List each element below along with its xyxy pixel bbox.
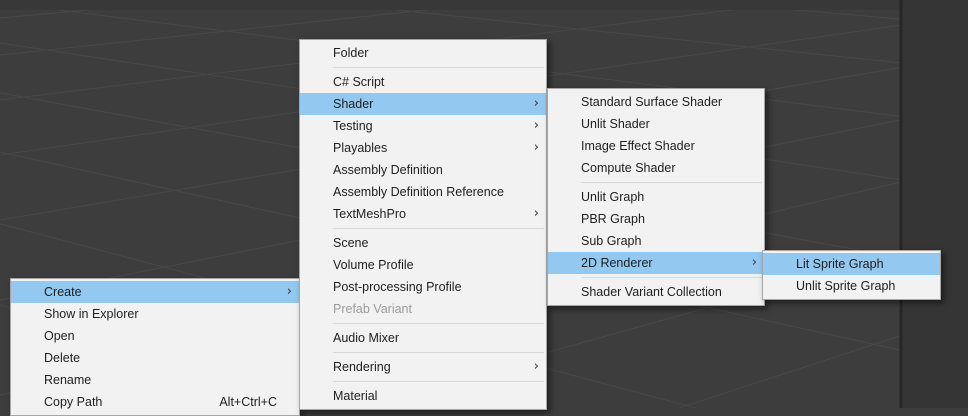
menu-item-unlit-sprite-graph[interactable]: Unlit Sprite Graph — [763, 275, 940, 297]
menu-item-label: Shader Variant Collection — [581, 285, 722, 299]
menu-item-label: Sub Graph — [581, 234, 641, 248]
menu-item-label: Material — [333, 389, 377, 403]
menu-item-folder[interactable]: Folder — [300, 42, 546, 64]
menu-item-label: Compute Shader — [581, 161, 676, 175]
menu-item-show-in-explorer[interactable]: Show in Explorer — [11, 303, 299, 325]
create-submenu: Folder C# Script Shader › Testing › Playables ›… — [299, 39, 547, 410]
submenu-arrow-icon: › — [534, 115, 539, 137]
menu-item-label: Rename — [44, 373, 91, 387]
menu-item-volume-profile[interactable]: Volume Profile — [300, 254, 546, 276]
submenu-arrow-icon: › — [287, 281, 292, 303]
submenu-arrow-icon: › — [534, 137, 539, 159]
menu-item-sub-graph[interactable]: Sub Graph — [548, 230, 764, 252]
menu-item-label: Delete — [44, 351, 80, 365]
menu-separator — [333, 323, 544, 324]
menu-item-label: Unlit Shader — [581, 117, 650, 131]
menu-item-open[interactable]: Open — [11, 325, 299, 347]
menu-item-audio-mixer[interactable]: Audio Mixer — [300, 327, 546, 349]
menu-item-label: Audio Mixer — [333, 331, 399, 345]
menu-item-unlit-shader[interactable]: Unlit Shader — [548, 113, 764, 135]
menu-item-label: Create — [44, 285, 82, 299]
menu-item-label: PBR Graph — [581, 212, 645, 226]
submenu-arrow-icon: › — [534, 203, 539, 225]
menu-item-label: Image Effect Shader — [581, 139, 695, 153]
menu-item-label: 2D Renderer — [581, 256, 653, 270]
menu-item-label: Show in Explorer — [44, 307, 139, 321]
menu-item-label: Prefab Variant — [333, 302, 412, 316]
menu-item-label: Unlit Sprite Graph — [796, 279, 895, 293]
menu-separator — [333, 67, 544, 68]
menu-item-label: Folder — [333, 46, 368, 60]
menu-item-prefab-variant: Prefab Variant — [300, 298, 546, 320]
menu-item-label: Shader — [333, 97, 373, 111]
menu-item-label: Assembly Definition Reference — [333, 185, 504, 199]
menu-item-copy-path[interactable]: Copy Path Alt+Ctrl+C — [11, 391, 299, 413]
menu-item-shortcut: Alt+Ctrl+C — [219, 391, 277, 413]
menu-item-playables[interactable]: Playables › — [300, 137, 546, 159]
menu-separator — [333, 352, 544, 353]
menu-item-label: Unlit Graph — [581, 190, 644, 204]
menu-item-c-script[interactable]: C# Script — [300, 71, 546, 93]
renderer2d-submenu: Lit Sprite Graph Unlit Sprite Graph — [762, 250, 941, 300]
menu-item-shader-variant-collection[interactable]: Shader Variant Collection — [548, 281, 764, 303]
menu-item-label: Lit Sprite Graph — [796, 257, 884, 271]
menu-item-lit-sprite-graph[interactable]: Lit Sprite Graph — [763, 253, 940, 275]
menu-item-standard-surface-shader[interactable]: Standard Surface Shader — [548, 91, 764, 113]
submenu-arrow-icon: › — [534, 93, 539, 115]
menu-item-compute-shader[interactable]: Compute Shader — [548, 157, 764, 179]
menu-item-label: Copy Path — [44, 395, 102, 409]
submenu-arrow-icon: › — [534, 356, 539, 378]
menu-item-label: Scene — [333, 236, 368, 250]
submenu-arrow-icon: › — [752, 252, 757, 274]
menu-separator — [581, 277, 762, 278]
menu-item-label: Assembly Definition — [333, 163, 443, 177]
menu-item-2d-renderer[interactable]: 2D Renderer › — [548, 252, 764, 274]
menu-item-label: Rendering — [333, 360, 391, 374]
menu-separator — [581, 182, 762, 183]
menu-item-unlit-graph[interactable]: Unlit Graph — [548, 186, 764, 208]
context-menu: Create › Show in Explorer Open Delete Rename C… — [10, 278, 300, 416]
menu-separator — [333, 228, 544, 229]
menu-item-create[interactable]: Create › — [11, 281, 299, 303]
menu-item-shader[interactable]: Shader › — [300, 93, 546, 115]
side-panel-edge — [902, 0, 968, 408]
menu-item-label: Standard Surface Shader — [581, 95, 722, 109]
menu-item-assembly-definition[interactable]: Assembly Definition — [300, 159, 546, 181]
menu-item-image-effect-shader[interactable]: Image Effect Shader — [548, 135, 764, 157]
menu-item-testing[interactable]: Testing › — [300, 115, 546, 137]
menu-item-label: Testing — [333, 119, 373, 133]
menu-item-textmeshpro[interactable]: TextMeshPro › — [300, 203, 546, 225]
menu-item-scene[interactable]: Scene — [300, 232, 546, 254]
menu-item-label: Volume Profile — [333, 258, 414, 272]
menu-item-label: Playables — [333, 141, 387, 155]
menu-item-label: Post-processing Profile — [333, 280, 462, 294]
menu-item-rename[interactable]: Rename — [11, 369, 299, 391]
shader-submenu: Standard Surface Shader Unlit Shader Image… — [547, 88, 765, 306]
menu-item-pbr-graph[interactable]: PBR Graph — [548, 208, 764, 230]
menu-item-assembly-definition-reference[interactable]: Assembly Definition Reference — [300, 181, 546, 203]
menu-item-rendering[interactable]: Rendering › — [300, 356, 546, 378]
menu-item-label: TextMeshPro — [333, 207, 406, 221]
menu-separator — [333, 381, 544, 382]
menu-item-delete[interactable]: Delete — [11, 347, 299, 369]
menu-item-label: Open — [44, 329, 75, 343]
menu-item-post-processing-profile[interactable]: Post-processing Profile — [300, 276, 546, 298]
menu-item-label: C# Script — [333, 75, 384, 89]
scene-horizon-band — [0, 0, 902, 10]
menu-item-material[interactable]: Material — [300, 385, 546, 407]
